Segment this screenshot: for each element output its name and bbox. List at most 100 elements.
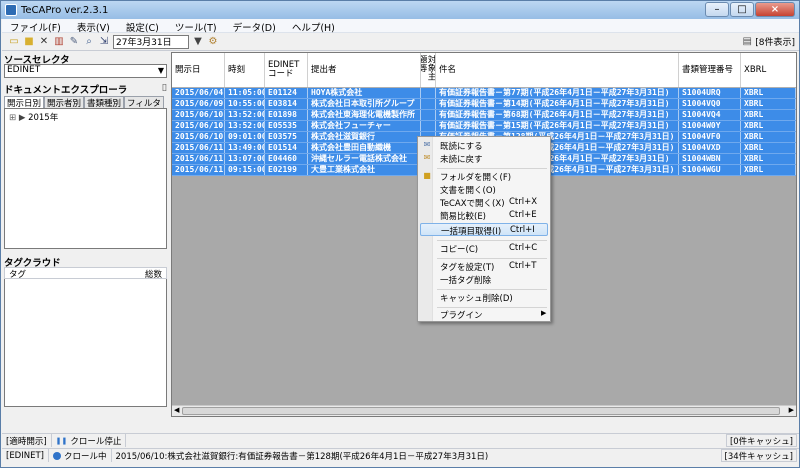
cell-edinet-code: E01898 <box>265 110 308 120</box>
cell-xbrl: XBRL <box>741 110 796 120</box>
scroll-right-icon[interactable]: ▶ <box>789 406 794 414</box>
table-row[interactable]: 2015/06/04 11:05:00 E01124 HOYA株式会社 有価証券報告書－… <box>172 88 796 99</box>
date-input[interactable] <box>113 34 189 49</box>
cell-xbrl: XBRL <box>741 165 796 175</box>
delete-icon[interactable]: ✕ <box>38 36 50 48</box>
filter-icon[interactable]: ▼ <box>192 36 204 48</box>
cell-date: 2015/06/10 <box>172 121 225 131</box>
status-message: 2015/06/10:株式会社滋賀銀行:有価証券報告書－第128期(平成26年4… <box>115 451 489 462</box>
cell-filer: 株式会社滋賀銀行 <box>308 132 421 142</box>
status-bar-top: [適時開示] ❚❚ クロール停止 [0件キャッシュ] <box>2 433 799 447</box>
scroll-left-icon[interactable]: ◀ <box>174 406 179 414</box>
cell-doc-number: S1004WBN <box>679 154 741 164</box>
tab-by-doctype[interactable]: 書類種別 <box>84 96 125 109</box>
table-row[interactable]: 2015/06/10 13:52:00 E05535 株式会社フューチャー 有価証券報告… <box>172 121 796 132</box>
cell-doc-number: S1004VQ4 <box>679 110 741 120</box>
cell-title: 有価証券報告書－第68期(平成26年4月1日－平成27年3月31日) <box>436 110 679 120</box>
cell-edinet-code: E02199 <box>265 165 308 175</box>
crawl-stop-status[interactable]: ❚❚ クロール停止 <box>52 434 127 447</box>
menu-file[interactable]: ファイル(F) <box>2 19 69 34</box>
col-filer[interactable]: 提出者 <box>308 53 421 87</box>
list-icon: ▤ <box>742 36 752 47</box>
menu-copy[interactable]: コピー(C) Ctrl+C <box>420 242 548 255</box>
col-subject[interactable]: 対象主題等 <box>421 53 436 87</box>
cache-count-bottom: [34件キャッシュ] <box>720 449 797 462</box>
submenu-arrow-icon: ▶ <box>541 309 547 317</box>
horizontal-scrollbar[interactable]: ◀ ▶ <box>172 405 796 416</box>
cell-xbrl: XBRL <box>741 132 796 142</box>
menu-set-tag[interactable]: タグを設定(T) Ctrl+T <box>420 260 548 273</box>
cell-doc-number: S1004VXD <box>679 143 741 153</box>
cell-edinet-code: E03814 <box>265 99 308 109</box>
search-doc-icon[interactable]: ⌕ <box>83 36 95 48</box>
read-mail-icon: ✉ <box>423 140 431 149</box>
col-xbrl[interactable]: XBRL <box>741 53 796 87</box>
cell-subject <box>421 121 436 131</box>
cell-doc-number: S1004W0Y <box>679 121 741 131</box>
cell-edinet-code: E04460 <box>265 154 308 164</box>
menu-batch-fetch[interactable]: 一括項目取得(I) Ctrl+I <box>420 223 548 237</box>
cache-count-top: [0件キャッシュ] <box>725 434 797 447</box>
menu-view[interactable]: 表示(V) <box>69 19 118 34</box>
folder-arrow-icon: ▶ <box>18 113 26 123</box>
settings-icon[interactable]: ⚙ <box>207 36 219 48</box>
page-icon[interactable]: ▯ <box>162 82 167 94</box>
menu-simple-compare[interactable]: 簡易比較(E) Ctrl+E <box>420 209 548 222</box>
cell-time: 09:15:00 <box>225 165 265 175</box>
cell-date: 2015/06/04 <box>172 88 225 98</box>
tab-filter[interactable]: フィルタ <box>124 96 164 109</box>
title-bar: TeCAPro ver.2.3.1 – □ × <box>1 1 799 19</box>
close-button[interactable]: × <box>755 2 795 17</box>
document-explorer-title: ドキュメントエクスプローラ <box>4 85 128 96</box>
grid-header: 開示日 時刻 EDINETコード 提出者 対象主題等 件名 書類管理番号 XBR… <box>172 53 796 88</box>
menu-bar: ファイル(F) 表示(V) 設定(C) ツール(T) データ(D) ヘルプ(H) <box>2 19 799 34</box>
cell-date: 2015/06/09 <box>172 99 225 109</box>
cell-filer: 株式会社フューチャー <box>308 121 421 131</box>
col-doc-number[interactable]: 書類管理番号 <box>679 53 741 87</box>
tag-cloud-title: タグクラウド <box>4 258 61 269</box>
col-title[interactable]: 件名 <box>436 53 679 87</box>
menu-mark-unread[interactable]: ✉ 未読に戻す <box>420 152 548 165</box>
export-icon[interactable]: ⇲ <box>98 36 110 48</box>
col-time[interactable]: 時刻 <box>225 53 265 87</box>
cell-time: 13:52:00 <box>225 110 265 120</box>
menu-mark-read[interactable]: ✉ 既読にする <box>420 139 548 152</box>
cell-subject <box>421 88 436 98</box>
source-select[interactable]: EDINET ▼ <box>4 64 167 78</box>
tab-by-date[interactable]: 開示日別 <box>4 96 45 109</box>
menu-settings[interactable]: 設定(C) <box>118 19 167 34</box>
menu-plugins[interactable]: プラグイン ▶ <box>420 308 548 321</box>
source-select-value: EDINET <box>7 65 41 75</box>
tool-icon[interactable]: ✎ <box>68 36 80 48</box>
maximize-button[interactable]: □ <box>730 2 754 17</box>
tab-by-filer[interactable]: 開示者別 <box>44 96 85 109</box>
item-count: [8件表示] <box>755 38 795 48</box>
chart-icon[interactable]: ▥ <box>53 36 65 48</box>
col-edinet-code[interactable]: EDINETコード <box>265 53 308 87</box>
col-date[interactable]: 開示日 <box>172 53 225 87</box>
menu-tools[interactable]: ツール(T) <box>167 19 225 34</box>
table-row[interactable]: 2015/06/10 13:52:00 E01898 株式会社東海理化電機製作所 有価証… <box>172 110 796 121</box>
explorer-tabs: 開示日別 開示者別 書類種別 フィルタ <box>4 96 167 109</box>
menu-delete-cache[interactable]: キャッシュ削除(D) <box>420 291 548 304</box>
tree-node-year[interactable]: ⊞ ▶ 2015年 <box>9 111 162 123</box>
menu-open-document[interactable]: 文書を開く(O) <box>420 183 548 196</box>
open-folder-icon[interactable]: ▭ <box>8 36 20 48</box>
crawling-status[interactable]: クロール中 <box>49 449 112 462</box>
menu-open-tecax[interactable]: TeCAXで開く(X) Ctrl+X <box>420 196 548 209</box>
folder-icon[interactable]: ■ <box>23 36 35 48</box>
table-row[interactable]: 2015/06/09 10:55:00 E03814 株式会社日本取引所グループ 有価証… <box>172 99 796 110</box>
menu-help[interactable]: ヘルプ(H) <box>284 19 343 34</box>
cell-filer: 大豊工業株式会社 <box>308 165 421 175</box>
menu-delete-tags[interactable]: 一括タグ削除 <box>420 273 548 286</box>
cell-doc-number: S1004WGU <box>679 165 741 175</box>
expand-icon[interactable]: ⊞ <box>9 113 16 123</box>
cell-subject <box>421 99 436 109</box>
cell-date: 2015/06/11 <box>172 165 225 175</box>
menu-open-folder[interactable]: ■ フォルダを開く(F) <box>420 170 548 183</box>
minimize-button[interactable]: – <box>705 2 729 17</box>
scroll-thumb[interactable] <box>182 407 780 415</box>
left-pane: ソースセレクタ EDINET ▼ ドキュメントエクスプローラ ▯ 開示日別 開示… <box>4 52 167 427</box>
cell-edinet-code: E01514 <box>265 143 308 153</box>
menu-data[interactable]: データ(D) <box>225 19 284 34</box>
